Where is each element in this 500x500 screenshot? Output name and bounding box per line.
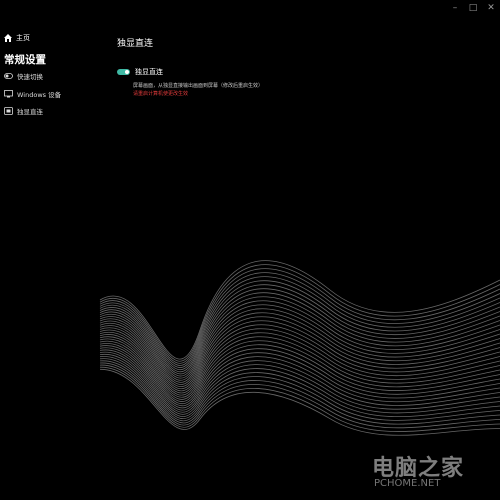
sidebar-item-windows-device[interactable]: Windows 设备 [4,89,61,99]
maximize-button[interactable]: □ [464,0,482,16]
window-controls: – □ ✕ [446,0,500,18]
home-icon [4,34,12,42]
setting-label: 独显直连 [135,68,163,76]
sidebar-item-label: 快速切换 [17,73,43,81]
sidebar: 主页 常规设置 快速切换 Windows 设备 独显直连 [0,0,100,500]
setting-description: 屏幕画面，从独显直接输出画面到屏幕（修改后重启生效） [133,83,264,89]
setting-warning: 请重启计算机使更改生效 [133,91,189,97]
toggle-knob [125,70,129,74]
minimize-button[interactable]: – [446,0,464,16]
gpu-direct-toggle[interactable] [117,69,130,75]
wave-line [99,362,500,425]
sidebar-item-gpu-direct[interactable]: 独显直连 [4,106,43,116]
sidebar-item-label: Windows 设备 [17,91,62,99]
gpu-direct-icon [4,107,13,115]
watermark-subtext: PCHOME.NET [374,478,441,489]
sidebar-home-label: 主页 [16,34,30,42]
sidebar-item-home[interactable]: 主页 [3,33,30,43]
wave-line [99,260,500,360]
sidebar-item-label: 独显直连 [17,108,43,116]
section-title: 常规设置 [4,54,46,66]
windows-device-icon [4,90,13,98]
sidebar-item-quick-switch[interactable]: 快速切换 [4,71,43,81]
toggle-icon [4,73,13,79]
close-button[interactable]: ✕ [482,0,500,16]
page-title: 独显直连 [117,39,154,49]
gpu-direct-setting: 独显直连 [117,67,163,77]
wave-line [99,328,500,396]
